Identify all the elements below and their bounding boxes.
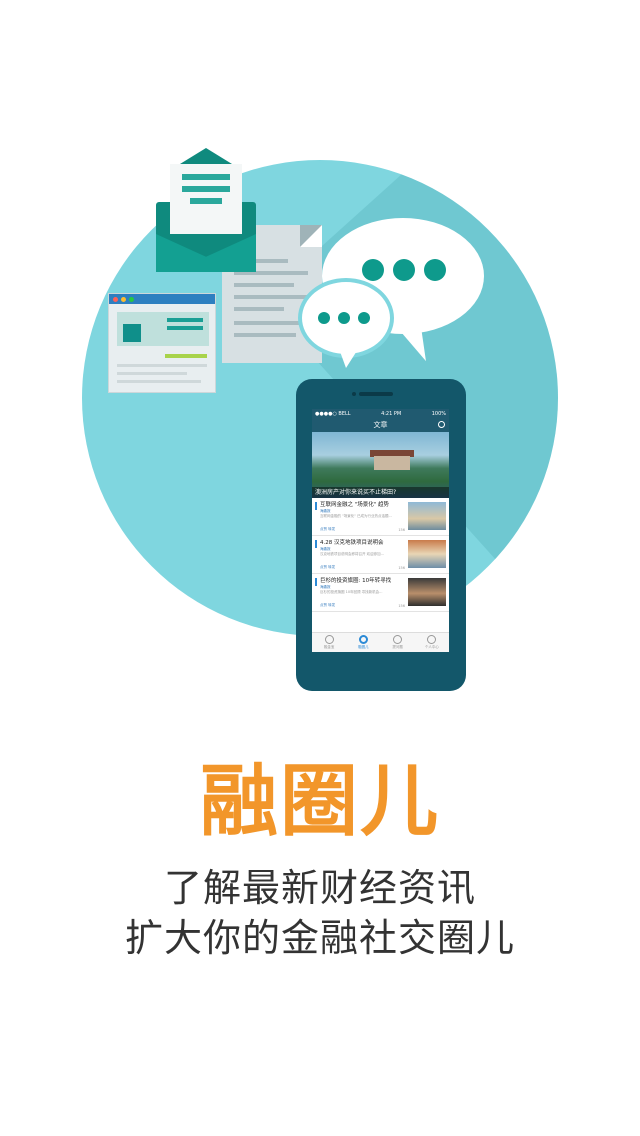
tab-label: 融金宝	[323, 645, 335, 649]
app-brand-title: 融圈儿	[199, 757, 440, 847]
article-title: 4.28 汉克地铁项目说明会	[320, 540, 384, 546]
doc-line	[234, 295, 308, 299]
speaker-grille	[359, 392, 393, 396]
chat-dot-icon	[393, 259, 415, 281]
article-views: 156	[398, 604, 405, 608]
tab-rongquaner[interactable]: 融圈儿	[346, 633, 380, 652]
browser-text-line	[117, 372, 187, 375]
letter-icon	[170, 148, 242, 234]
chat-dot-icon	[358, 312, 370, 324]
status-bar: ●●●●○ BELL 4:21 PM 100%	[312, 409, 449, 418]
circle-icon	[358, 635, 368, 644]
phone-screen: ●●●●○ BELL 4:21 PM 100% 文章 澳洲房产对你来说买不止梯田…	[312, 409, 449, 652]
tab-profile[interactable]: 个人中心	[415, 633, 449, 652]
maximize-dot-icon	[129, 296, 134, 302]
letter-line	[190, 198, 222, 204]
settings-icon[interactable]	[438, 421, 445, 428]
tab-bar: 融金宝 融圈儿 提问题 个人中心	[312, 632, 449, 652]
tab-ask-question[interactable]: 提问题	[381, 633, 415, 652]
page-fold	[300, 225, 322, 247]
carrier-label: ●●●●○ BELL	[315, 410, 351, 417]
question-icon	[393, 635, 403, 644]
article-views: 156	[398, 566, 405, 570]
article-item[interactable]: 4.28 汉克地铁项目说明会 海趣报 汉克地铁项目说明会即将召开 欢迎参加...…	[312, 536, 449, 574]
close-dot-icon	[113, 296, 118, 302]
letter-line	[182, 186, 230, 192]
tab-label: 个人中心	[424, 645, 439, 649]
featured-banner[interactable]: 澳洲房产对你来说买不止梯田?	[312, 432, 449, 498]
tab-label: 提问题	[392, 645, 403, 649]
banner-caption: 澳洲房产对你来说买不止梯田?	[312, 487, 449, 498]
article-thumbnail	[408, 540, 446, 568]
phone-mockup: ●●●●○ BELL 4:21 PM 100% 文章 澳洲房产对你来说买不止梯田…	[296, 379, 466, 691]
chat-bubble-tail	[338, 346, 360, 368]
doc-line	[234, 321, 308, 325]
user-icon	[427, 635, 437, 644]
article-title: 互联网金融之 "场景化" 趋势	[320, 502, 390, 508]
article-title: 巨杉的投资旗圈: 10年转寻找	[320, 578, 392, 584]
envelope-peak	[180, 148, 232, 164]
slogan-line-1: 了解最新财经资讯	[163, 866, 476, 910]
letter-line	[182, 174, 230, 180]
chat-dot-icon	[338, 312, 350, 324]
tab-label: 融圈儿	[358, 645, 369, 649]
front-camera-icon	[352, 392, 356, 396]
article-thumbnail	[408, 578, 446, 606]
browser-highlight	[165, 354, 207, 358]
tab-rongjinbao[interactable]: 融金宝	[312, 633, 346, 652]
browser-text-line	[117, 364, 207, 367]
article-actions[interactable]: 点赞 转发	[320, 603, 335, 608]
article-excerpt: 巨杉的投资旗圈 10年回顾 寻找新机会...	[320, 590, 383, 594]
chat-dot-icon	[318, 312, 330, 324]
browser-image-block	[123, 324, 141, 342]
article-actions[interactable]: 点赞 转发	[320, 527, 335, 532]
slogan-line-2: 扩大你的金融社交圈儿	[124, 916, 515, 960]
article-item[interactable]: 巨杉的投资旗圈: 10年转寻找 海趣报 巨杉的投资旗圈 10年回顾 寻找新机会.…	[312, 574, 449, 612]
battery-label: 100%	[431, 410, 446, 417]
minimize-dot-icon	[121, 296, 126, 302]
article-marker	[315, 502, 317, 510]
time-label: 4:21 PM	[381, 410, 402, 417]
article-views: 156	[398, 528, 405, 532]
article-excerpt: 互联网金融的 "场景化" 已成为行业热点话题...	[320, 514, 392, 518]
article-thumbnail	[408, 502, 446, 530]
browser-line	[167, 318, 203, 322]
article-marker	[315, 578, 317, 586]
banner-house	[374, 456, 410, 470]
browser-line	[167, 326, 203, 330]
article-marker	[315, 540, 317, 548]
nav-title: 文章	[373, 421, 388, 429]
article-actions[interactable]: 点赞 转发	[320, 565, 335, 570]
browser-text-line	[117, 380, 201, 383]
article-item[interactable]: 互联网金融之 "场景化" 趋势 海趣报 互联网金融的 "场景化" 已成为行业热点…	[312, 498, 449, 536]
doc-line	[234, 307, 284, 311]
chat-dot-icon	[362, 259, 384, 281]
article-excerpt: 汉克地铁项目说明会即将召开 欢迎参加...	[320, 552, 384, 556]
doc-line	[234, 283, 294, 287]
browser-toolbar	[109, 294, 215, 304]
browser-window-illustration	[108, 293, 216, 393]
nav-bar: 文章	[312, 418, 449, 432]
dollar-icon	[324, 635, 334, 644]
hero-illustration: ●●●●○ BELL 4:21 PM 100% 文章 澳洲房产对你来说买不止梯田…	[0, 0, 640, 720]
doc-line	[234, 333, 296, 337]
chat-dot-icon	[424, 259, 446, 281]
